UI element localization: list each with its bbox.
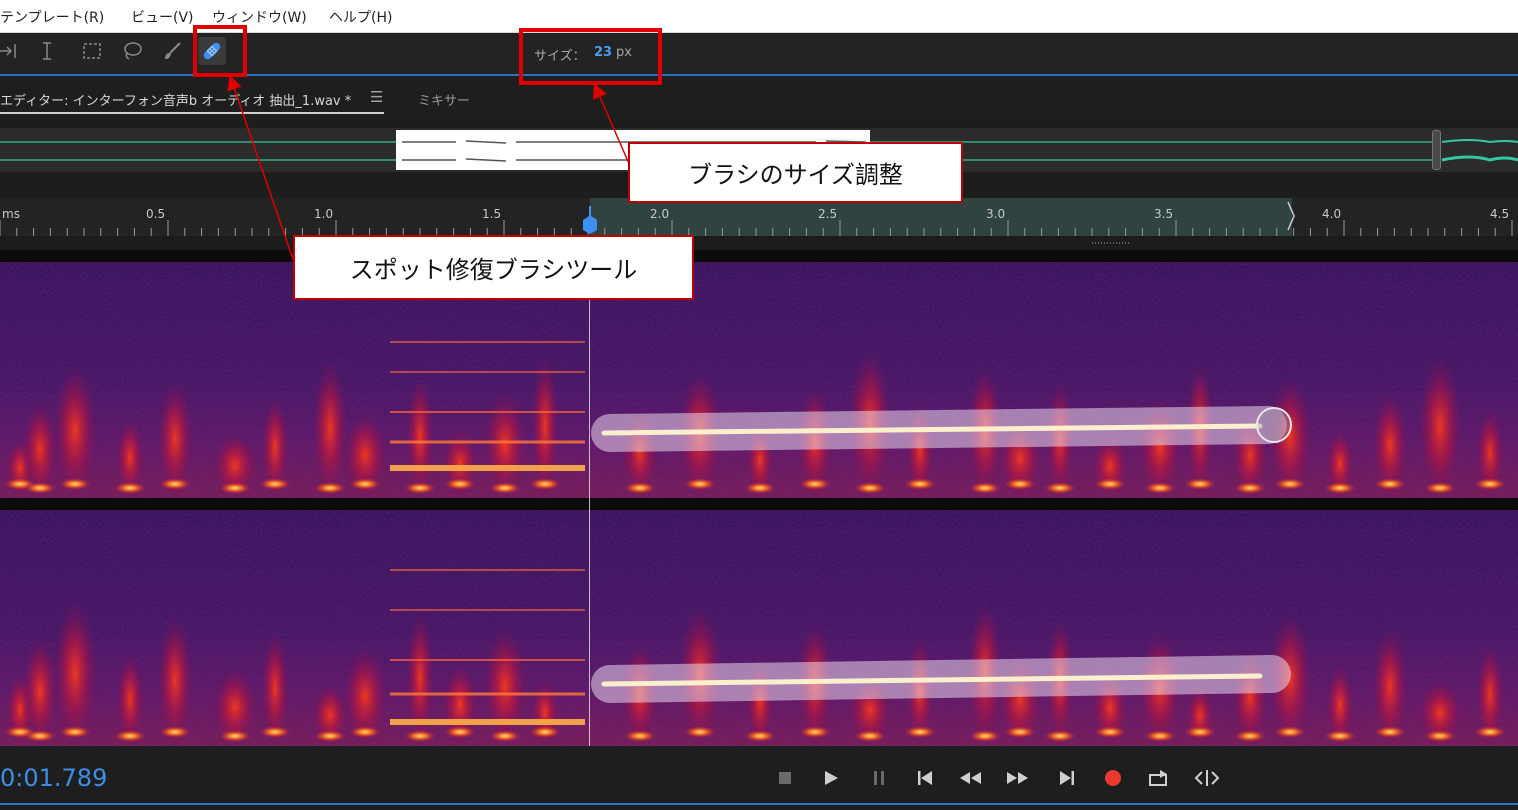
- record-icon[interactable]: [1100, 766, 1126, 790]
- ruler-label: 4.5: [1490, 207, 1510, 221]
- current-time-display[interactable]: 0:01.789: [0, 764, 107, 792]
- time-ruler[interactable]: ms 0.5 1.0 1.5 2.0 2.5 3.0 3.5 4.0 4.5: [0, 198, 1518, 236]
- ruler-label: 1.0: [314, 207, 334, 221]
- ruler-label: ms: [2, 207, 20, 221]
- playhead-line[interactable]: [589, 236, 590, 746]
- ruler-label: 3.0: [986, 207, 1006, 221]
- marquee-selection-tool-icon[interactable]: [78, 37, 106, 65]
- move-tool-icon[interactable]: [0, 37, 22, 65]
- rewind-icon[interactable]: [958, 766, 984, 790]
- play-icon[interactable]: [818, 766, 844, 790]
- menu-window[interactable]: ウィンドウ(W): [212, 7, 307, 27]
- loop-playback-icon[interactable]: [1146, 766, 1172, 790]
- spectrogram-channel-right[interactable]: [0, 510, 1518, 746]
- spectrogram-view[interactable]: [0, 262, 1518, 498]
- overview-range-handle[interactable]: [1432, 130, 1441, 170]
- ruler-label: 2.0: [650, 207, 670, 221]
- pause-icon[interactable]: [866, 766, 892, 790]
- fast-forward-icon[interactable]: [1004, 766, 1030, 790]
- skip-selection-icon[interactable]: [1194, 766, 1220, 790]
- menu-template[interactable]: テンプレート(R): [0, 7, 104, 27]
- active-tab-indicator: [0, 112, 384, 114]
- ruler-label: 1.5: [482, 207, 502, 221]
- spectrogram-channel-left[interactable]: [0, 262, 1518, 498]
- panel-tab-bar: エディター: インターフォン音声b オーディオ 抽出_1.wav * ☰ ミキサ…: [0, 76, 1518, 120]
- ruler-label: 4.0: [1322, 207, 1342, 221]
- time-selection-tool-icon[interactable]: [33, 37, 61, 65]
- paintbrush-selection-tool-icon[interactable]: [158, 37, 186, 65]
- ruler-label: 3.5: [1154, 207, 1174, 221]
- brush-size-highlight: [519, 28, 662, 85]
- go-to-end-icon[interactable]: [1054, 766, 1080, 790]
- menu-help[interactable]: ヘルプ(H): [329, 7, 392, 27]
- tab-mixer[interactable]: ミキサー: [418, 90, 470, 109]
- lasso-selection-tool-icon[interactable]: [118, 37, 146, 65]
- channel-separator: [0, 498, 1518, 510]
- ruler-label: 2.5: [818, 207, 838, 221]
- transport-bar: 0:01.789: [0, 746, 1518, 810]
- callout-brush-size: ブラシのサイズ調整: [628, 142, 963, 203]
- spot-heal-tool-highlight: [193, 25, 247, 77]
- channel-separator: [0, 250, 1518, 262]
- transport-divider: [0, 803, 1518, 805]
- spectrogram-view[interactable]: [0, 510, 1518, 746]
- go-to-start-icon[interactable]: [912, 766, 938, 790]
- tab-editor[interactable]: エディター: インターフォン音声b オーディオ 抽出_1.wav *: [0, 90, 351, 109]
- playhead-marker[interactable]: [582, 206, 598, 234]
- ruler-label: 0.5: [146, 207, 166, 221]
- panel-menu-icon[interactable]: ☰: [370, 88, 383, 106]
- callout-spot-heal-tool: スポット修復ブラシツール: [293, 235, 694, 300]
- selection-end-marker[interactable]: [1286, 200, 1296, 232]
- stop-icon[interactable]: [772, 766, 798, 790]
- menu-view[interactable]: ビュー(V): [131, 7, 194, 27]
- vertical-zoom-strip[interactable]: [0, 236, 1518, 250]
